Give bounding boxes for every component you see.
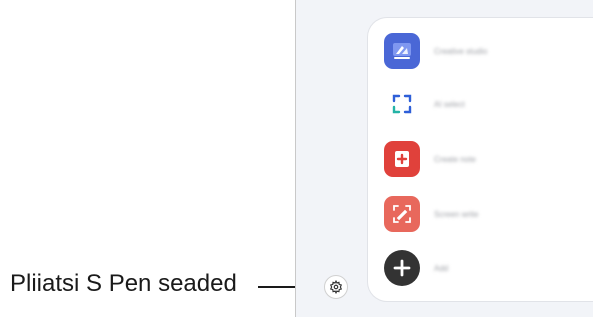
gear-icon <box>329 280 343 294</box>
menu-item-label: AI select <box>434 99 465 109</box>
menu-item-add[interactable]: Add <box>384 248 584 288</box>
add-icon <box>384 250 420 286</box>
menu-item-label: Screen write <box>434 209 479 219</box>
menu-item-ai-select[interactable]: AI select <box>384 84 584 124</box>
menu-item-screen-write[interactable]: Screen write <box>384 194 584 234</box>
create-note-icon <box>384 141 420 177</box>
ai-select-icon <box>384 86 420 122</box>
menu-item-label: Add <box>434 263 449 273</box>
screen-write-icon <box>384 196 420 232</box>
s-pen-settings-button[interactable] <box>324 275 348 299</box>
menu-item-create-note[interactable]: Create note <box>384 139 584 179</box>
menu-item-creative-studio[interactable]: Creative studio <box>384 31 584 71</box>
creative-studio-icon <box>384 33 420 69</box>
menu-item-label: Creative studio <box>434 46 488 56</box>
settings-callout-label: Pliiatsi S Pen seaded <box>10 270 237 297</box>
menu-item-label: Create note <box>434 154 476 164</box>
